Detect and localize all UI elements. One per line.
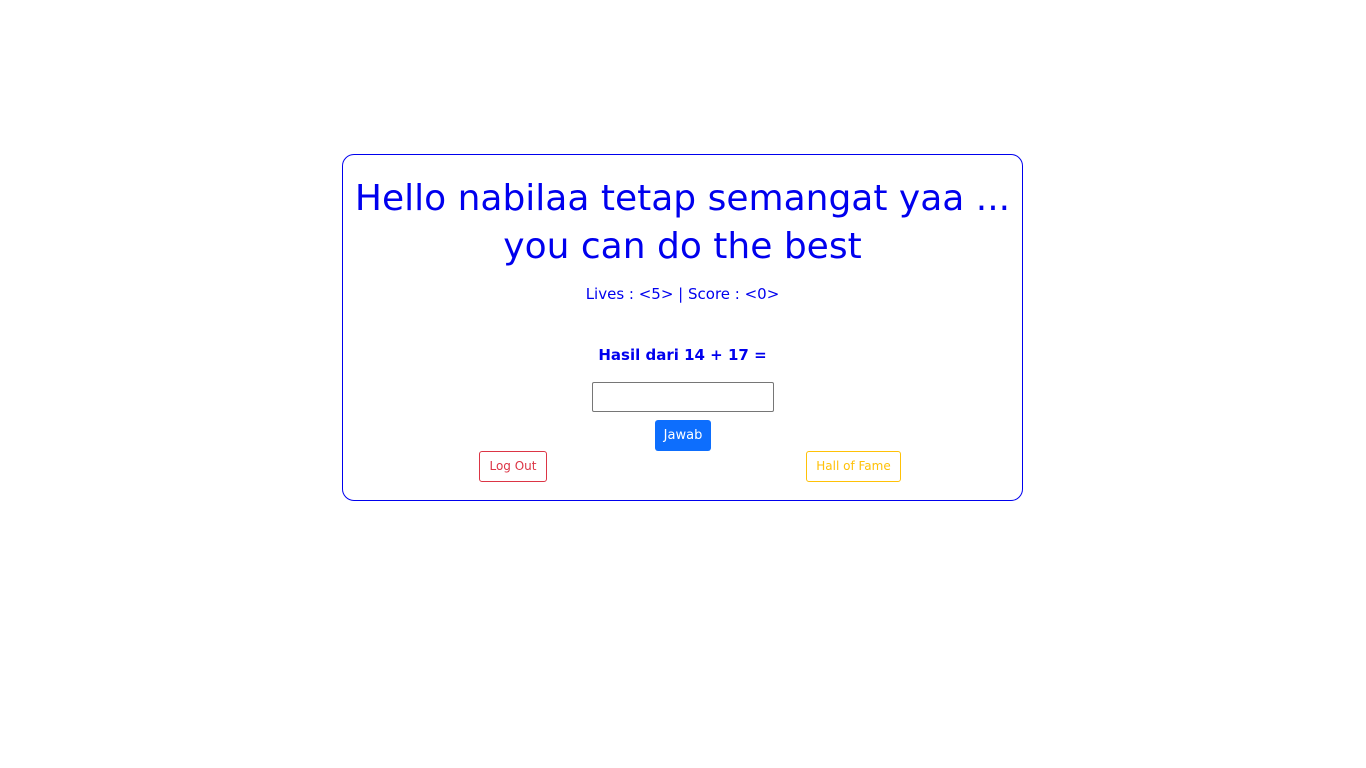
greeting-heading: Hello nabilaa tetap semangat yaa ... you… bbox=[343, 175, 1022, 271]
answer-input[interactable] bbox=[592, 382, 774, 412]
logout-button[interactable]: Log Out bbox=[479, 451, 547, 482]
game-card: Hello nabilaa tetap semangat yaa ... you… bbox=[342, 154, 1023, 501]
math-question: Hasil dari 14 + 17 = bbox=[598, 346, 767, 364]
submit-answer-button[interactable]: Jawab bbox=[655, 420, 711, 451]
hall-of-fame-button[interactable]: Hall of Fame bbox=[806, 451, 901, 482]
greeting-line-2: you can do the best bbox=[503, 226, 862, 267]
lives-score-status: Lives : <5> | Score : <0> bbox=[585, 285, 780, 303]
greeting-line-1: Hello nabilaa tetap semangat yaa ... bbox=[354, 178, 1011, 219]
